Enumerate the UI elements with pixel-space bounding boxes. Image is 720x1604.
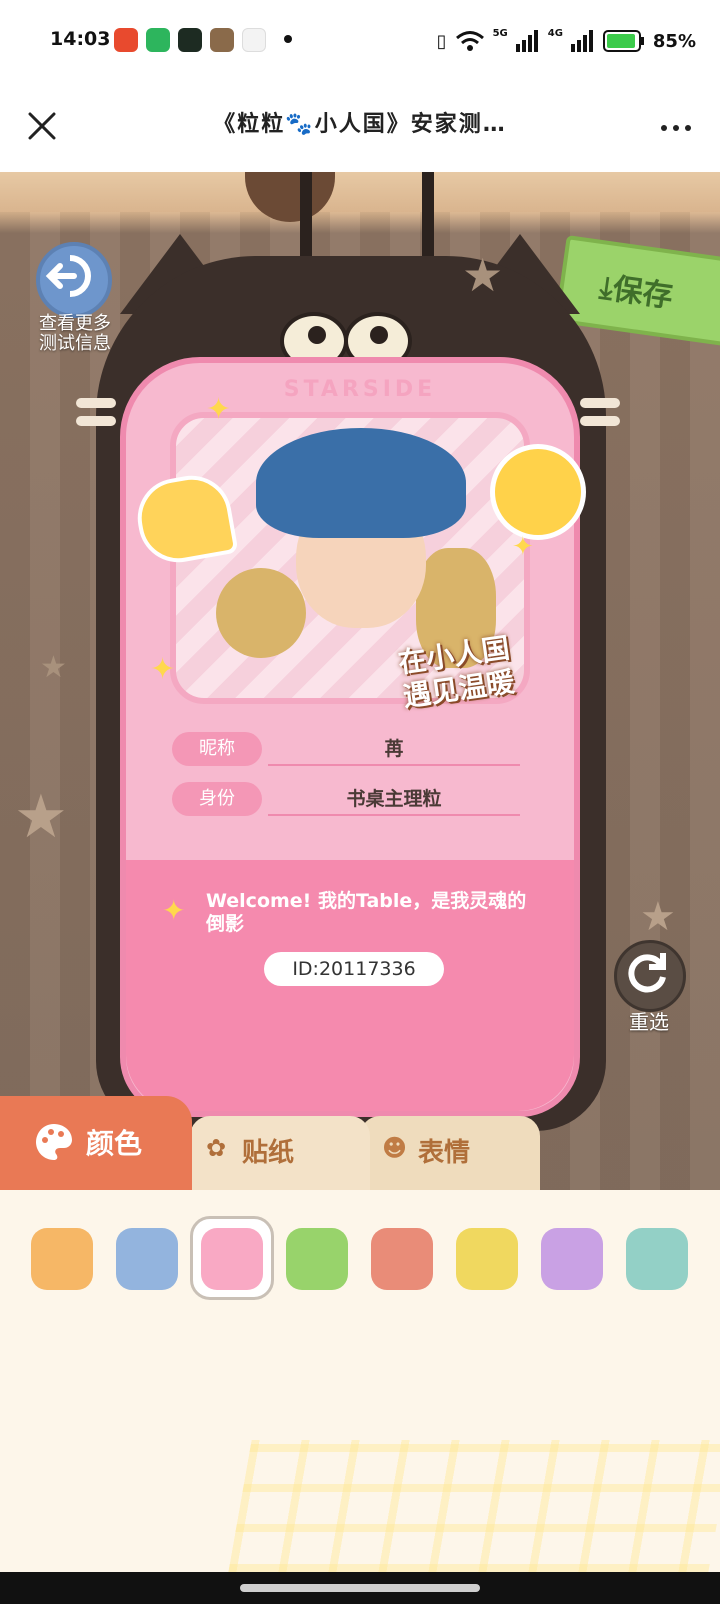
- color-swatch-blue[interactable]: [116, 1228, 178, 1290]
- view-more-button[interactable]: [36, 242, 112, 318]
- avatar-hat: [256, 428, 466, 538]
- network-4g-label: 4G: [547, 27, 563, 39]
- identity-underline: [268, 814, 520, 816]
- welcome-text: Welcome! 我的Table，是我灵魂的倒影: [206, 890, 527, 935]
- status-bar: 14:03 ▯ 5G 4G 85%: [0, 0, 720, 84]
- close-icon[interactable]: [22, 106, 62, 146]
- color-swatch-green[interactable]: [286, 1228, 348, 1290]
- color-swatch-pink[interactable]: [201, 1228, 263, 1290]
- reselect-button[interactable]: [614, 940, 686, 1012]
- lanyard-strap: [300, 172, 434, 262]
- sticker-icon: ✿: [206, 1134, 227, 1162]
- vibrate-icon: ▯: [436, 30, 447, 52]
- wifi-icon: [455, 31, 484, 51]
- whisker: [76, 398, 116, 408]
- color-swatch-purple[interactable]: [541, 1228, 603, 1290]
- star-sticker: ✦: [512, 532, 534, 562]
- star-decoration: ★: [14, 782, 68, 852]
- whisker: [76, 416, 116, 426]
- card-scene: 查看更多 测试信息 ⤓保存 STARSIDE ✦ ✦ ✦ 在小人国 遇见温暖 昵…: [0, 172, 720, 1190]
- color-swatch-yellow[interactable]: [456, 1228, 518, 1290]
- tab-color[interactable]: 颜色: [0, 1096, 192, 1190]
- network-5g-label: 5G: [492, 27, 508, 39]
- star-sticker: ✦: [150, 652, 176, 687]
- smiley-sticker: [490, 444, 586, 540]
- tab-color-label: 颜色: [86, 1127, 143, 1160]
- status-time: 14:03: [50, 28, 111, 50]
- tab-sticker-label: 贴纸: [242, 1138, 295, 1168]
- avatar-hair: [216, 568, 306, 658]
- page-title: 《粒粒🐾小人国》安家测…: [213, 112, 507, 137]
- upload-notification-icon: [146, 28, 170, 52]
- cat-pupil: [308, 326, 326, 344]
- palette-icon: [36, 1124, 72, 1160]
- home-handle[interactable]: [240, 1584, 480, 1592]
- reselect-label[interactable]: 重选: [614, 1006, 684, 1035]
- title-bar: 《粒粒🐾小人国》安家测…: [0, 84, 720, 172]
- star-sticker: ✦: [206, 392, 232, 427]
- brand-label: STARSIDE: [283, 377, 437, 402]
- color-palette: [0, 1190, 720, 1572]
- more-options-icon[interactable]: [656, 108, 696, 148]
- star-decoration: ★: [462, 248, 504, 302]
- view-more-label-line1: 查看更多: [39, 313, 111, 334]
- refresh-icon: [628, 953, 666, 993]
- signal-icon: [515, 30, 538, 52]
- app-notification-icon: [114, 28, 138, 52]
- more-notifications-dot: [284, 35, 292, 43]
- exit-icon: [45, 255, 91, 297]
- app-notification-icon: [210, 28, 234, 52]
- floor-decoration: [228, 1440, 720, 1572]
- nickname-label: 昵称: [172, 732, 262, 766]
- color-swatch-teal[interactable]: [626, 1228, 688, 1290]
- app-notification-icon: [178, 28, 202, 52]
- face-icon: ☻: [382, 1134, 408, 1162]
- battery-icon: [602, 30, 644, 52]
- cat-pupil: [370, 326, 388, 344]
- tab-bar: ☻ 表情 ✿ 贴纸 颜色: [0, 1096, 720, 1190]
- save-text: 保存: [610, 271, 675, 315]
- identity-label: 身份: [172, 782, 262, 816]
- tab-sticker[interactable]: ✿ 贴纸: [190, 1116, 370, 1190]
- star-decoration: ★: [40, 650, 67, 685]
- sparkle-icon: ✦: [162, 894, 186, 927]
- nickname-value: 苒: [384, 738, 404, 760]
- map-notification-icon: [242, 28, 266, 52]
- tab-expression[interactable]: ☻ 表情: [360, 1116, 540, 1190]
- tab-expression-label: 表情: [418, 1138, 471, 1168]
- whisker: [580, 416, 620, 426]
- status-icons: ▯ 5G 4G 85%: [437, 24, 696, 58]
- color-swatch-orange[interactable]: [31, 1228, 93, 1290]
- battery-percent: 85%: [652, 30, 696, 52]
- star-decoration: ★: [640, 894, 676, 940]
- user-id: ID:20117336: [264, 952, 444, 986]
- identity-value: 书桌主理粒: [346, 788, 442, 810]
- nickname-underline: [268, 764, 520, 766]
- whisker: [580, 398, 620, 408]
- signal-icon: [570, 30, 593, 52]
- color-swatch-red[interactable]: [371, 1228, 433, 1290]
